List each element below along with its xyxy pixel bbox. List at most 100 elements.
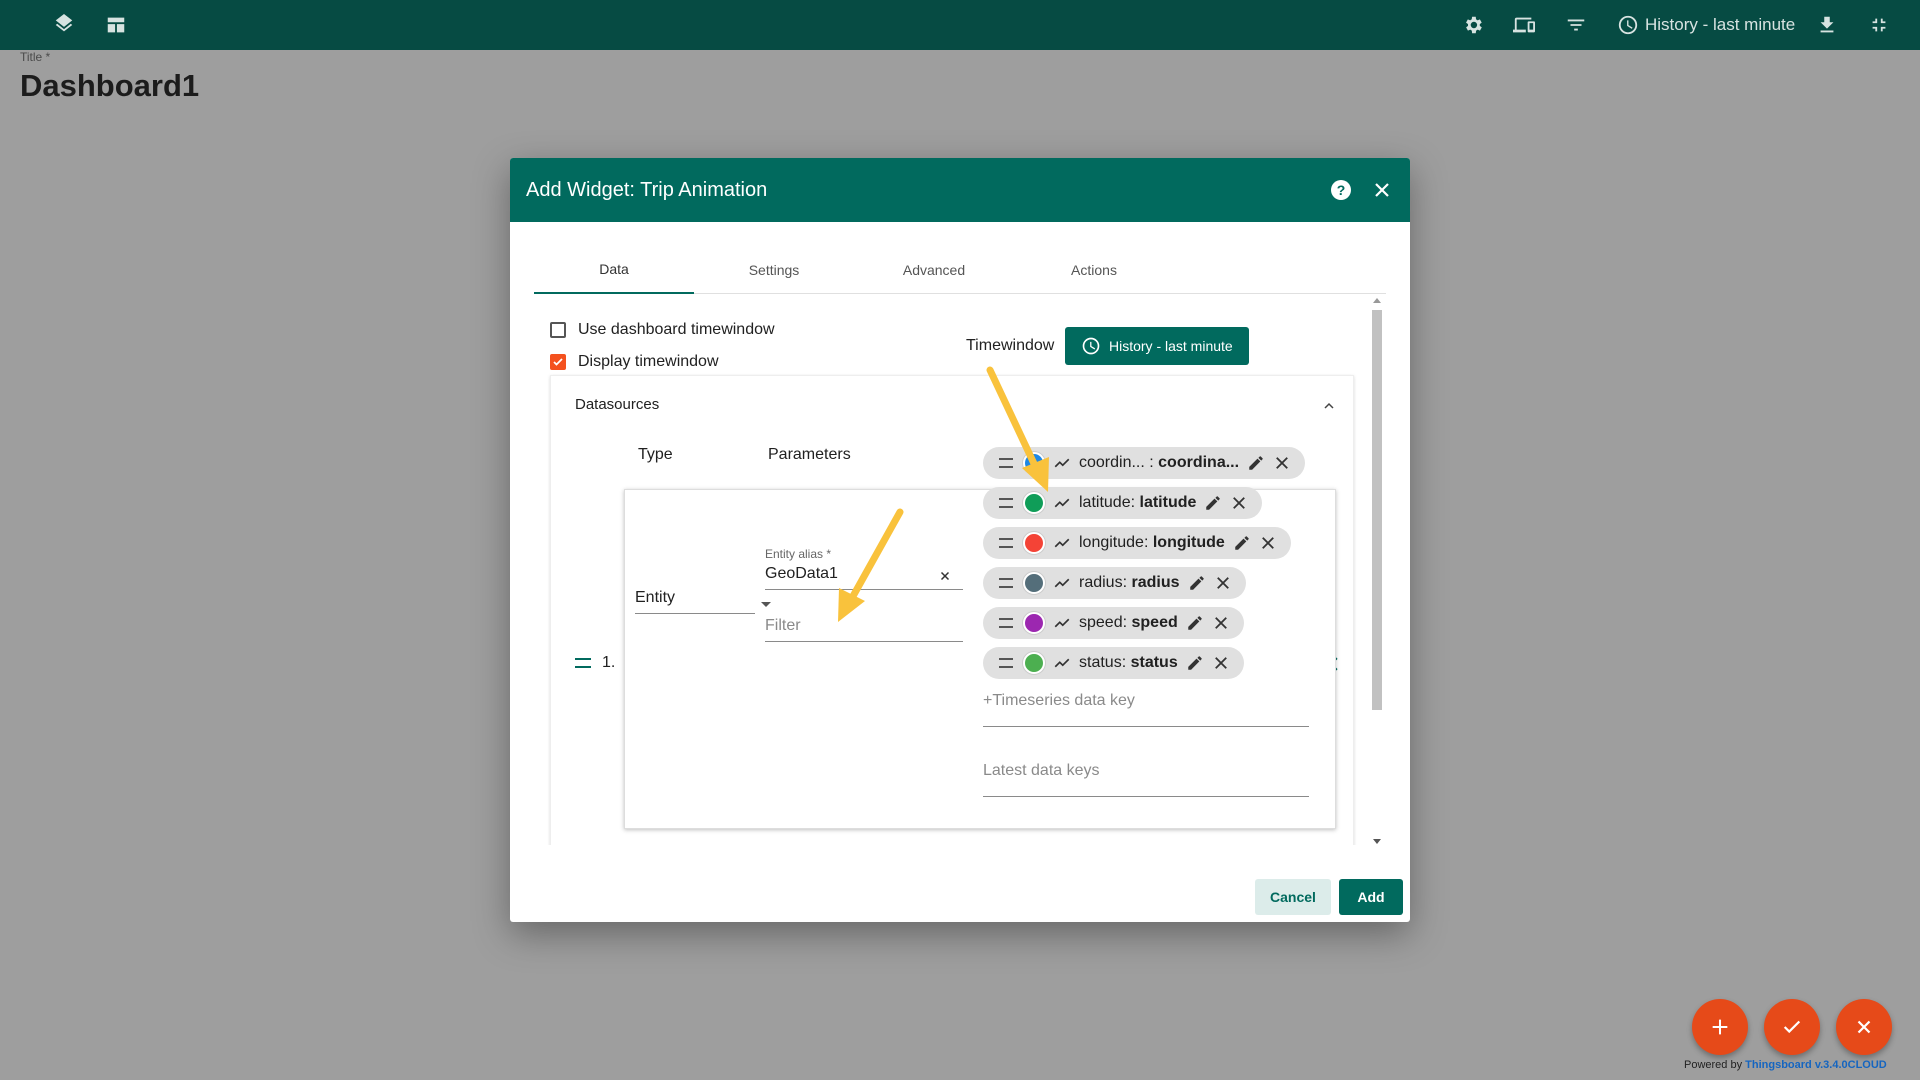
data-tab-content: Use dashboard timewindow Display timewin… xyxy=(534,295,1386,845)
timeseries-icon xyxy=(1054,578,1070,588)
edit-icon[interactable] xyxy=(1233,534,1251,552)
history-label: History - last minute xyxy=(1645,15,1796,34)
entity-alias-input[interactable]: GeoData1 xyxy=(765,565,838,583)
clear-icon[interactable] xyxy=(939,569,951,587)
timeseries-key-underline xyxy=(983,726,1309,727)
use-dashboard-timewindow-label: Use dashboard timewindow xyxy=(578,321,775,338)
datakey-chip[interactable]: status: status xyxy=(983,647,1244,679)
add-button[interactable]: Add xyxy=(1339,879,1403,915)
edit-icon[interactable] xyxy=(1247,454,1265,472)
chip-label: longitude xyxy=(1152,534,1225,551)
datakey-chip[interactable]: radius: radius xyxy=(983,567,1246,599)
display-timewindow-label: Display timewindow xyxy=(578,353,719,370)
help-icon[interactable]: ? xyxy=(1329,178,1353,202)
tab-actions[interactable]: Actions xyxy=(1014,246,1174,294)
plus-icon xyxy=(1712,1019,1728,1035)
color-dot[interactable] xyxy=(1023,652,1045,674)
color-dot[interactable] xyxy=(1023,572,1045,594)
display-timewindow-checkbox[interactable] xyxy=(550,354,566,370)
cancel-fab[interactable] xyxy=(1836,999,1892,1055)
chip-label: latitude xyxy=(1139,494,1197,511)
save-fab[interactable] xyxy=(1764,999,1820,1055)
latest-data-keys-input[interactable]: Latest data keys xyxy=(983,762,1100,780)
timeseries-icon xyxy=(1054,458,1070,468)
layers-icon[interactable] xyxy=(39,0,89,50)
dashboard-title-label: Title * xyxy=(20,50,51,64)
timewindow-button-label: History - last minute xyxy=(1109,338,1233,354)
add-widget-dialog: Add Widget: Trip Animation ? Data Settin… xyxy=(510,158,1410,922)
timeseries-icon xyxy=(1054,498,1070,508)
color-dot[interactable] xyxy=(1023,492,1045,514)
fullscreen-exit-icon[interactable] xyxy=(1854,0,1904,50)
remove-icon[interactable] xyxy=(1212,654,1230,672)
datakey-chip[interactable]: speed: speed xyxy=(983,607,1244,639)
chip-label: radius xyxy=(1131,574,1180,591)
tab-data[interactable]: Data xyxy=(534,246,694,294)
datakey-chip[interactable]: latitude: latitude xyxy=(983,487,1263,519)
type-select-value[interactable]: Entity xyxy=(635,589,675,607)
add-widget-fab[interactable] xyxy=(1692,999,1748,1055)
filter-input[interactable]: Filter xyxy=(765,617,801,635)
dialog-header: Add Widget: Trip Animation ? xyxy=(510,158,1410,222)
widget-tabs: Data Settings Advanced Actions xyxy=(534,246,1386,294)
datasource-drag-handle-icon[interactable] xyxy=(575,658,591,668)
remove-icon[interactable] xyxy=(1230,494,1248,512)
powered-by: Powered by Thingsboard v.3.4.0CLOUD xyxy=(1684,1059,1887,1071)
remove-icon[interactable] xyxy=(1259,534,1277,552)
top-toolbar: History - last minute xyxy=(0,0,1920,50)
checkmark-icon xyxy=(1783,1020,1801,1034)
svg-text:?: ? xyxy=(1337,182,1346,198)
datasource-index: 1. xyxy=(602,654,616,671)
timeseries-key-input[interactable]: +Timeseries data key xyxy=(983,692,1135,710)
timewindow-button[interactable]: History - last minute xyxy=(1065,327,1249,365)
filter-underline xyxy=(765,641,963,642)
tab-advanced[interactable]: Advanced xyxy=(854,246,1014,294)
color-dot[interactable] xyxy=(1023,612,1045,634)
datakey-chip[interactable]: longitude: longitude xyxy=(983,527,1291,559)
dropdown-arrow-icon[interactable] xyxy=(760,596,772,614)
color-dot[interactable] xyxy=(1023,532,1045,554)
edit-icon[interactable] xyxy=(1188,574,1206,592)
powered-brand-link[interactable]: Thingsboard v.3.4.0CLOUD xyxy=(1745,1059,1887,1071)
settings-icon[interactable] xyxy=(1448,0,1498,50)
timewindow-label: Timewindow xyxy=(966,337,1055,354)
drag-handle-icon[interactable] xyxy=(999,458,1013,468)
column-type-header: Type xyxy=(638,446,673,463)
filter-icon[interactable] xyxy=(1551,0,1601,50)
edit-icon[interactable] xyxy=(1186,614,1204,632)
edit-icon[interactable] xyxy=(1186,654,1204,672)
remove-icon[interactable] xyxy=(1214,574,1232,592)
chip-key: longitude: xyxy=(1079,534,1149,551)
chip-key: speed: xyxy=(1079,614,1128,631)
use-dashboard-timewindow-checkbox[interactable] xyxy=(550,322,566,338)
devices-icon[interactable] xyxy=(1499,0,1549,50)
drag-handle-icon[interactable] xyxy=(999,538,1013,548)
download-icon[interactable] xyxy=(1802,0,1852,50)
history-timewindow-button[interactable]: History - last minute xyxy=(1617,0,1795,50)
dialog-title: Add Widget: Trip Animation xyxy=(526,178,768,201)
close-icon[interactable] xyxy=(1370,178,1394,202)
chip-label: coordina... xyxy=(1158,454,1240,471)
chevron-up-icon[interactable] xyxy=(1321,398,1337,419)
datakey-chip[interactable]: coordin... : coordina... xyxy=(983,447,1306,479)
drag-handle-icon[interactable] xyxy=(999,498,1013,508)
powered-prefix: Powered by xyxy=(1684,1059,1743,1071)
remove-icon[interactable] xyxy=(1212,614,1230,632)
drag-handle-icon[interactable] xyxy=(999,618,1013,628)
chip-label: status xyxy=(1130,654,1178,671)
tab-settings[interactable]: Settings xyxy=(694,246,854,294)
cancel-button[interactable]: Cancel xyxy=(1255,879,1331,915)
drag-handle-icon[interactable] xyxy=(999,658,1013,668)
drag-handle-icon[interactable] xyxy=(999,578,1013,588)
remove-icon[interactable] xyxy=(1273,454,1291,472)
column-parameters-header: Parameters xyxy=(768,446,851,463)
chip-key: coordin... : xyxy=(1079,454,1154,471)
clock-icon xyxy=(1618,15,1638,35)
scrollbar-thumb[interactable] xyxy=(1372,310,1382,710)
color-dot[interactable] xyxy=(1023,452,1045,474)
chip-key: latitude: xyxy=(1079,494,1136,511)
edit-icon[interactable] xyxy=(1204,494,1222,512)
dashboard-title[interactable]: Dashboard1 xyxy=(20,68,199,104)
checkmark-icon xyxy=(553,358,563,366)
dashboard-layout-icon[interactable] xyxy=(91,0,141,50)
